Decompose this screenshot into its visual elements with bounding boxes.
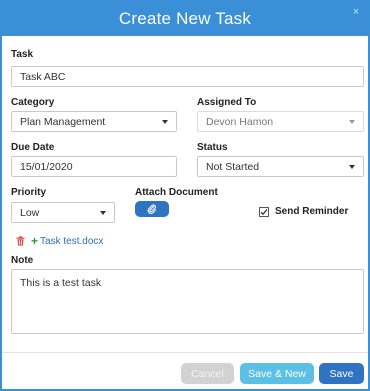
- send-reminder-option[interactable]: Send Reminder: [259, 206, 348, 217]
- status-label: Status: [197, 142, 228, 153]
- task-name-input[interactable]: Task ABC: [11, 66, 364, 87]
- create-task-dialog: Create New Task × Task Task ABC Category…: [0, 0, 370, 391]
- assigned-to-value: Devon Hamon: [206, 115, 274, 128]
- document-link[interactable]: Task test.docx: [40, 236, 103, 247]
- send-reminder-checkbox[interactable]: [259, 206, 269, 217]
- note-textarea[interactable]: This is a test task: [11, 269, 364, 334]
- assigned-to-select[interactable]: Devon Hamon: [197, 111, 364, 132]
- status-value: Not Started: [206, 160, 260, 173]
- status-select[interactable]: Not Started: [197, 156, 364, 177]
- task-name-value: Task ABC: [20, 70, 66, 83]
- priority-select[interactable]: Low: [11, 202, 115, 223]
- category-value: Plan Management: [20, 115, 106, 128]
- cancel-button[interactable]: Cancel: [181, 363, 234, 384]
- category-select[interactable]: Plan Management: [11, 111, 177, 132]
- close-icon[interactable]: ×: [350, 6, 362, 18]
- check-icon: [260, 208, 268, 215]
- attach-document-label: Attach Document: [135, 187, 218, 198]
- due-date-input[interactable]: 15/01/2020: [11, 156, 177, 177]
- task-label: Task: [11, 49, 34, 60]
- assigned-to-label: Assigned To: [197, 97, 257, 108]
- attached-document: + Task test.docx: [16, 234, 103, 248]
- priority-label: Priority: [11, 187, 47, 198]
- attach-document-button[interactable]: [135, 201, 169, 217]
- dialog-titlebar: Create New Task ×: [2, 2, 368, 36]
- due-date-label: Due Date: [11, 142, 55, 153]
- chevron-down-icon: [349, 165, 355, 169]
- dialog-title: Create New Task: [118, 9, 252, 28]
- category-label: Category: [11, 97, 55, 108]
- note-label: Note: [11, 255, 34, 266]
- due-date-value: 15/01/2020: [20, 160, 73, 173]
- save-button[interactable]: Save: [319, 363, 364, 384]
- chevron-down-icon: [100, 211, 106, 215]
- paperclip-icon: [147, 204, 157, 214]
- priority-value: Low: [20, 206, 40, 219]
- chevron-down-icon: [349, 120, 355, 124]
- trash-icon[interactable]: [16, 236, 25, 246]
- footer-divider: [2, 352, 368, 353]
- plus-icon: +: [31, 234, 39, 248]
- send-reminder-label: Send Reminder: [275, 206, 349, 217]
- note-value: This is a test task: [20, 277, 102, 289]
- chevron-down-icon: [162, 120, 168, 124]
- save-and-new-button[interactable]: Save & New: [240, 363, 314, 384]
